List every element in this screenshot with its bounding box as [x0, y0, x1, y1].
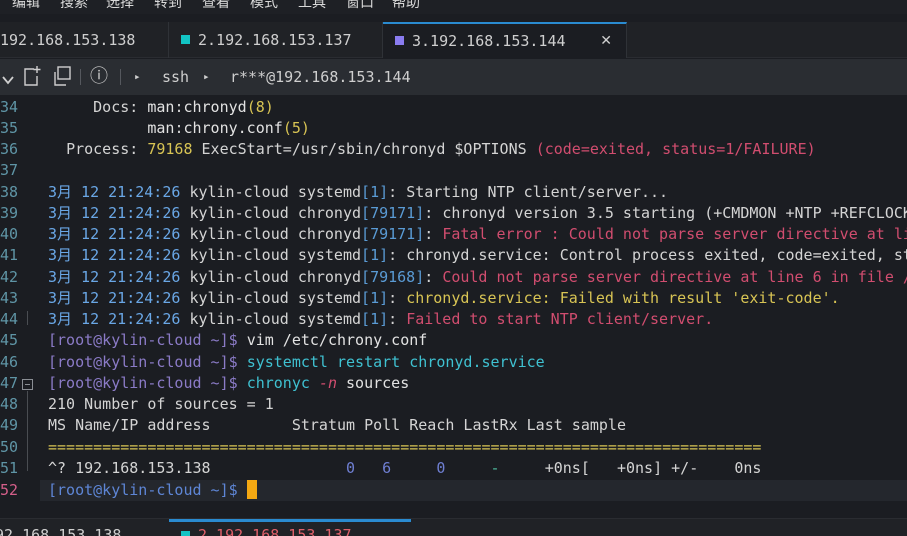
line-number: 47	[0, 374, 18, 392]
menu-help[interactable]: 帮助	[392, 0, 420, 12]
tab-color-square-icon	[395, 36, 404, 45]
new-session-icon[interactable]	[22, 65, 42, 91]
breadcrumb-caret-icon: ▸	[134, 70, 141, 83]
session-tab-bar: 192.168.153.138 2.192.168.153.137 3.192.…	[0, 22, 907, 58]
line-number-current: 52	[0, 481, 18, 499]
line-number: 42	[0, 268, 18, 286]
menu-window[interactable]: 窗口	[346, 0, 374, 12]
line-number: 39	[0, 204, 18, 222]
log-line: 3月 12 21:24:26 kylin-cloud chronyd[79171…	[48, 204, 907, 222]
bottom-tab-2[interactable]: 2.192.168.153.137	[181, 525, 352, 536]
toolbar-divider	[80, 69, 81, 85]
output-line: MS Name/IP address Stratum Poll Reach La…	[48, 416, 626, 434]
line-number: 43	[0, 289, 18, 307]
bottom-tab-active-indicator	[169, 519, 411, 522]
line-number: 46	[0, 353, 18, 371]
menu-mode[interactable]: 模式	[250, 0, 278, 12]
bottom-tab-1[interactable]: 192.168.153.138	[0, 525, 121, 536]
duplicate-session-icon[interactable]	[52, 65, 72, 91]
log-line: 3月 12 21:24:26 kylin-cloud systemd[1]: c…	[48, 289, 840, 307]
fold-toggle-icon[interactable]	[22, 379, 33, 390]
collapse-caret-icon[interactable]	[2, 72, 14, 90]
prompt-line: [root@kylin-cloud ~]$ vim /etc/chrony.co…	[48, 331, 428, 349]
session-toolbar: ⓘ ▸ ssh ▸ r***@192.168.153.144	[0, 59, 907, 95]
terminal-view[interactable]: 34 35 36 37 38 39 40 41 42 43 44 45 46 4…	[0, 95, 907, 515]
bottom-tab-bar: 192.168.153.138 2.192.168.153.137	[0, 518, 907, 536]
line-number: 44	[0, 310, 18, 328]
tab-session-2[interactable]: 2.192.168.153.137	[169, 22, 383, 58]
menu-bar: 编辑 搜索 选择 转到 查看 模式 工具 窗口 帮助	[0, 0, 907, 14]
protocol-label[interactable]: ssh	[162, 59, 189, 95]
line-number: 35	[0, 119, 18, 137]
output-line: Process: 79168 ExecStart=/usr/sbin/chron…	[66, 140, 816, 158]
log-line: 3月 12 21:24:26 kylin-cloud systemd[1]: F…	[48, 310, 714, 328]
line-number: 51	[0, 459, 18, 477]
line-number: 34	[0, 98, 18, 116]
source-row: ^? 192.168.153.138 0 6 0 - +0ns[ +0ns] +…	[48, 459, 762, 477]
output-line: Docs: man:chronyd(8)	[93, 98, 274, 116]
tab-color-square-icon	[181, 35, 190, 44]
output-line: 210 Number of sources = 1	[48, 395, 274, 413]
tab-color-square-icon	[181, 531, 190, 536]
log-line: 3月 12 21:24:26 kylin-cloud chronyd[79168…	[48, 268, 907, 286]
output-line: man:chrony.conf(5)	[147, 119, 310, 137]
close-tab-icon[interactable]: ✕	[600, 24, 612, 58]
log-line: 3月 12 21:24:26 kylin-cloud chronyd[79171…	[48, 225, 907, 243]
log-line: 3月 12 21:24:26 kylin-cloud systemd[1]: S…	[48, 183, 669, 201]
tab-label: 2.192.168.153.137	[198, 31, 352, 49]
line-number: 40	[0, 225, 18, 243]
breadcrumb-caret-icon: ▸	[203, 70, 210, 83]
toolbar-divider	[120, 69, 121, 85]
line-number: 48	[0, 395, 18, 413]
tab-session-1[interactable]: 192.168.153.138	[0, 22, 169, 58]
line-number: 50	[0, 438, 18, 456]
tab-label: 192.168.153.138	[0, 31, 136, 49]
log-line: 3月 12 21:24:26 kylin-cloud systemd[1]: c…	[48, 246, 907, 264]
prompt-line: [root@kylin-cloud ~]$ chronyc -n sources	[48, 374, 410, 392]
menu-tools[interactable]: 工具	[298, 0, 326, 12]
line-number: 45	[0, 331, 18, 349]
prompt-line-current[interactable]: [root@kylin-cloud ~]$	[48, 480, 257, 501]
menu-select[interactable]: 选择	[106, 0, 134, 12]
info-icon[interactable]: ⓘ	[90, 59, 108, 95]
menu-goto[interactable]: 转到	[154, 0, 182, 12]
prompt-line: [root@kylin-cloud ~]$ systemctl restart …	[48, 353, 545, 371]
menu-view[interactable]: 查看	[202, 0, 230, 12]
menu-search[interactable]: 搜索	[60, 0, 88, 12]
text-cursor	[246, 480, 257, 499]
tab-session-3[interactable]: 3.192.168.153.144 ✕	[383, 22, 627, 58]
fold-guide	[27, 311, 28, 325]
output-line: ========================================…	[48, 438, 762, 456]
host-address[interactable]: r***@192.168.153.144	[230, 59, 411, 95]
line-number: 36	[0, 140, 18, 158]
line-number: 41	[0, 246, 18, 264]
fold-guide	[27, 391, 28, 471]
tab-label: 3.192.168.153.144	[412, 32, 566, 50]
menu-edit[interactable]: 编辑	[12, 0, 40, 12]
line-number-gutter: 34 35 36 37 38 39 40 41 42 43 44 45 46 4…	[0, 95, 40, 515]
line-number: 38	[0, 183, 18, 201]
tab-label: 2.192.168.153.137	[198, 526, 352, 536]
line-number: 37	[0, 161, 18, 179]
line-number: 49	[0, 416, 18, 434]
